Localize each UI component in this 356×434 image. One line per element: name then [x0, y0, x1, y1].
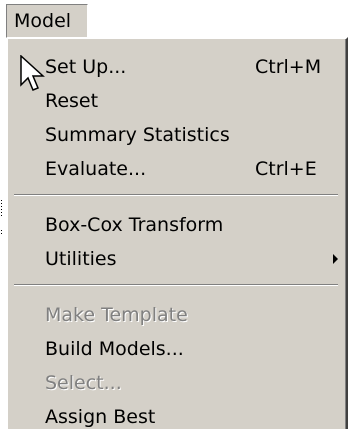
menu-item-reset[interactable]: Reset [8, 84, 344, 118]
menu-item-make-template[interactable]: Make Template [8, 298, 344, 332]
menu-item-evaluate[interactable]: Evaluate... Ctrl+E [8, 152, 344, 186]
menu-item-label: Box-Cox Transform [45, 214, 224, 236]
submenu-arrow-icon [333, 254, 338, 264]
menu-item-label: Select... [45, 372, 122, 394]
menu-item-shortcut: Ctrl+E [255, 158, 317, 180]
menu-item-label: Utilities [45, 248, 117, 270]
menu-item-label: Set Up... [45, 56, 127, 78]
menu-item-label: Build Models... [45, 338, 184, 360]
menu-item-summary-statistics[interactable]: Summary Statistics [8, 118, 344, 152]
menu-item-label: Make Template [45, 304, 188, 326]
arrow-cursor-icon [20, 54, 46, 93]
menu-item-shortcut: Ctrl+M [255, 56, 322, 78]
menu-separator [14, 194, 338, 196]
menu-item-label: Evaluate... [45, 158, 147, 180]
menu-separator [14, 284, 338, 286]
menu-item-label: Summary Statistics [45, 124, 230, 146]
model-dropdown-menu: Set Up... Ctrl+M Reset Summary Statistic… [6, 37, 348, 429]
menu-item-build-models[interactable]: Build Models... [8, 332, 344, 366]
menu-item-select[interactable]: Select... [8, 366, 344, 400]
menu-item-box-cox-transform[interactable]: Box-Cox Transform [8, 208, 344, 242]
menu-item-label: Reset [45, 90, 99, 112]
menu-model[interactable]: Model [6, 4, 88, 38]
menu-item-set-up[interactable]: Set Up... Ctrl+M [8, 50, 344, 84]
menu-item-utilities[interactable]: Utilities [8, 242, 344, 276]
